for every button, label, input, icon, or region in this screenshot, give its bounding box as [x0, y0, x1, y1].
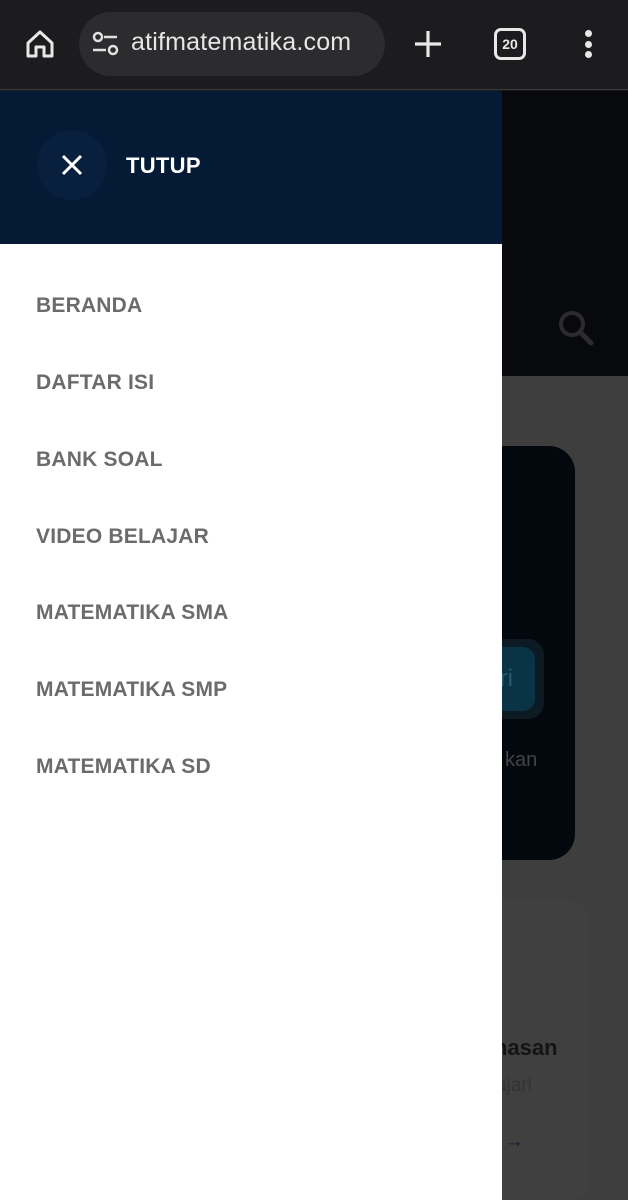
new-tab-icon[interactable] [410, 26, 446, 62]
close-label[interactable]: TUTUP [126, 153, 201, 179]
tab-switcher-icon[interactable]: 20 [494, 28, 526, 60]
more-options-icon[interactable] [578, 26, 598, 62]
menu-item-matematika-sd[interactable]: MATEMATIKA SD [36, 755, 211, 779]
url-text[interactable]: atifmatematika.com [131, 28, 351, 57]
search-icon [556, 308, 596, 348]
site-settings-icon[interactable] [91, 30, 121, 58]
home-icon[interactable] [22, 26, 58, 62]
tab-count: 20 [502, 36, 518, 52]
menu-item-beranda[interactable]: BERANDA [36, 294, 142, 318]
menu-item-matematika-smp[interactable]: MATEMATIKA SMP [36, 678, 227, 702]
address-bar[interactable]: atifmatematika.com [79, 12, 385, 76]
menu-item-daftar-isi[interactable]: DAFTAR ISI [36, 371, 154, 395]
menu-item-matematika-sma[interactable]: MATEMATIKA SMA [36, 601, 229, 625]
close-icon [61, 154, 83, 176]
navigation-drawer: TUTUP BERANDA DAFTAR ISI BANK SOAL VIDEO… [0, 91, 502, 1200]
drawer-header: TUTUP [0, 91, 502, 244]
browser-toolbar: atifmatematika.com 20 [0, 0, 628, 90]
close-button[interactable] [37, 130, 107, 200]
menu-item-bank-soal[interactable]: BANK SOAL [36, 448, 163, 472]
hero-text: kan [505, 749, 538, 771]
content-card-heading: hasan [494, 1035, 558, 1060]
menu-item-video-belajar[interactable]: VIDEO BELAJAR [36, 525, 209, 549]
